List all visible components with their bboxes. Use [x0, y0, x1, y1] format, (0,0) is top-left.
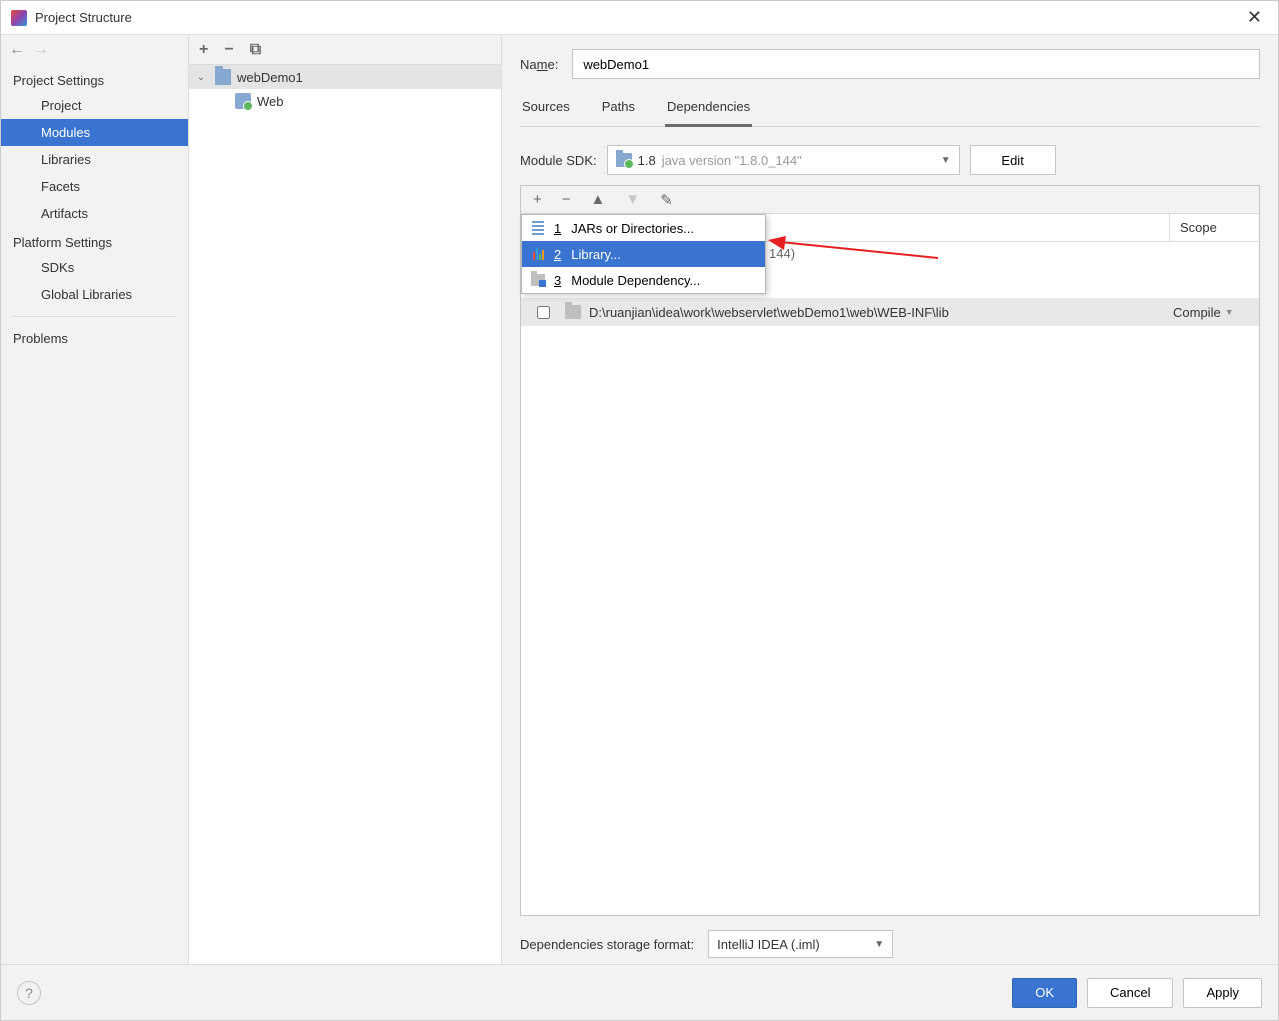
sdk-label: Module SDK:	[520, 153, 597, 168]
popup-item-num: 2	[554, 247, 561, 262]
move-up-icon[interactable]: ▲	[591, 191, 606, 208]
footer-buttons: OK Cancel Apply	[1012, 978, 1262, 1008]
scope-cell[interactable]: Compile ▼	[1169, 305, 1259, 320]
section-header-project-settings: Project Settings	[1, 65, 188, 92]
storage-row: Dependencies storage format: IntelliJ ID…	[520, 930, 1260, 958]
module-folder-icon	[215, 69, 231, 85]
sdk-select[interactable]: 1.8 java version "1.8.0_144" ▼	[607, 145, 960, 175]
tree-node-web[interactable]: Web	[189, 89, 501, 113]
export-checkbox[interactable]	[537, 306, 550, 319]
sdk-folder-icon	[616, 153, 632, 167]
popup-item-label: Module Dependency...	[571, 273, 700, 288]
popup-item-num: 1	[554, 221, 561, 236]
add-module-icon[interactable]: +	[199, 41, 208, 59]
sidebar-item-libraries[interactable]: Libraries	[1, 146, 188, 173]
tree-node-label: Web	[257, 94, 284, 109]
sidebar-item-project[interactable]: Project	[1, 92, 188, 119]
titlebar: Project Structure ✕	[1, 1, 1278, 35]
dialog-body: ← → Project Settings Project Modules Lib…	[1, 35, 1278, 964]
dep-table-header: 1 JARs or Directories... 2 Library... 3	[521, 214, 1259, 242]
storage-value: IntelliJ IDEA (.iml)	[717, 937, 820, 952]
sidebar-item-modules[interactable]: Modules	[1, 119, 188, 146]
chevron-down-icon: ▼	[1225, 307, 1234, 317]
obscured-row-tail: 144)	[769, 246, 795, 261]
close-icon[interactable]: ✕	[1241, 7, 1268, 28]
tabs: Sources Paths Dependencies	[520, 93, 1260, 127]
section-header-platform-settings: Platform Settings	[1, 227, 188, 254]
folder-icon	[565, 305, 581, 319]
dependencies-table: + − ▲ ▼ ✎ 1 JARs or Directories...	[520, 185, 1260, 916]
popup-item-module-dep[interactable]: 3 Module Dependency...	[522, 267, 765, 293]
back-arrow-icon[interactable]: ←	[9, 41, 25, 59]
name-label: Name:	[520, 57, 558, 72]
dependency-row[interactable]: D:\ruanjian\idea\work\webservlet\webDemo…	[521, 298, 1259, 326]
remove-dependency-icon[interactable]: −	[562, 191, 571, 208]
tree-node-module[interactable]: ⌄ webDemo1	[189, 65, 501, 89]
tab-paths[interactable]: Paths	[600, 93, 637, 126]
sidebar-item-problems[interactable]: Problems	[1, 325, 188, 352]
scope-value: Compile	[1173, 305, 1221, 320]
nav-history: ← →	[1, 35, 188, 65]
scope-column-header: Scope	[1169, 214, 1259, 241]
window-title: Project Structure	[35, 10, 1241, 25]
module-dep-icon	[530, 272, 546, 288]
popup-item-library[interactable]: 2 Library...	[522, 241, 765, 267]
edit-dependency-icon[interactable]: ✎	[660, 191, 673, 209]
dependency-path: D:\ruanjian\idea\work\webservlet\webDemo…	[589, 305, 949, 320]
dialog-footer: ? OK Cancel Apply	[1, 964, 1278, 1020]
popup-item-label: JARs or Directories...	[571, 221, 694, 236]
sdk-row: Module SDK: 1.8 java version "1.8.0_144"…	[520, 145, 1260, 175]
jar-icon	[530, 220, 546, 236]
tree-toolbar: + − ⧉	[189, 35, 501, 65]
tree-node-label: webDemo1	[237, 70, 303, 85]
copy-module-icon[interactable]: ⧉	[250, 41, 261, 59]
export-checkbox-cell	[521, 306, 565, 319]
storage-label: Dependencies storage format:	[520, 937, 694, 952]
ok-button[interactable]: OK	[1012, 978, 1077, 1008]
dep-table-blank	[521, 326, 1259, 915]
library-icon	[530, 246, 546, 262]
sidebar-item-sdks[interactable]: SDKs	[1, 254, 188, 281]
edit-sdk-button[interactable]: Edit	[970, 145, 1056, 175]
web-facet-icon	[235, 93, 251, 109]
apply-button[interactable]: Apply	[1183, 978, 1262, 1008]
sdk-desc-text: java version "1.8.0_144"	[662, 153, 802, 168]
module-tree-panel: + − ⧉ ⌄ webDemo1 Web	[189, 35, 502, 964]
sidebar-item-facets[interactable]: Facets	[1, 173, 188, 200]
popup-item-jars[interactable]: 1 JARs or Directories...	[522, 215, 765, 241]
tab-sources[interactable]: Sources	[520, 93, 572, 126]
expand-chevron-icon[interactable]: ⌄	[193, 72, 209, 83]
add-dependency-popup: 1 JARs or Directories... 2 Library... 3	[521, 214, 766, 294]
storage-select[interactable]: IntelliJ IDEA (.iml) ▼	[708, 930, 893, 958]
app-icon	[11, 10, 27, 26]
project-structure-window: Project Structure ✕ ← → Project Settings…	[0, 0, 1279, 1021]
remove-module-icon[interactable]: −	[224, 41, 233, 59]
popup-item-label: Library...	[571, 247, 621, 262]
move-down-icon[interactable]: ▼	[625, 191, 640, 208]
chevron-down-icon: ▼	[874, 939, 884, 950]
dep-toolbar: + − ▲ ▼ ✎	[521, 186, 1259, 214]
forward-arrow-icon[interactable]: →	[33, 41, 49, 59]
name-row: Name:	[520, 49, 1260, 79]
sdk-version-text: 1.8	[638, 153, 656, 168]
sidebar-divider	[13, 316, 176, 317]
add-dependency-icon[interactable]: +	[533, 191, 542, 208]
sidebar: ← → Project Settings Project Modules Lib…	[1, 35, 189, 964]
popup-item-num: 3	[554, 273, 561, 288]
tab-dependencies[interactable]: Dependencies	[665, 93, 752, 127]
chevron-down-icon: ▼	[941, 155, 951, 166]
sidebar-item-global-libraries[interactable]: Global Libraries	[1, 281, 188, 308]
sidebar-item-artifacts[interactable]: Artifacts	[1, 200, 188, 227]
module-name-input[interactable]	[572, 49, 1260, 79]
help-icon[interactable]: ?	[17, 981, 41, 1005]
cancel-button[interactable]: Cancel	[1087, 978, 1173, 1008]
detail-panel: Name: Sources Paths Dependencies Module …	[502, 35, 1278, 964]
